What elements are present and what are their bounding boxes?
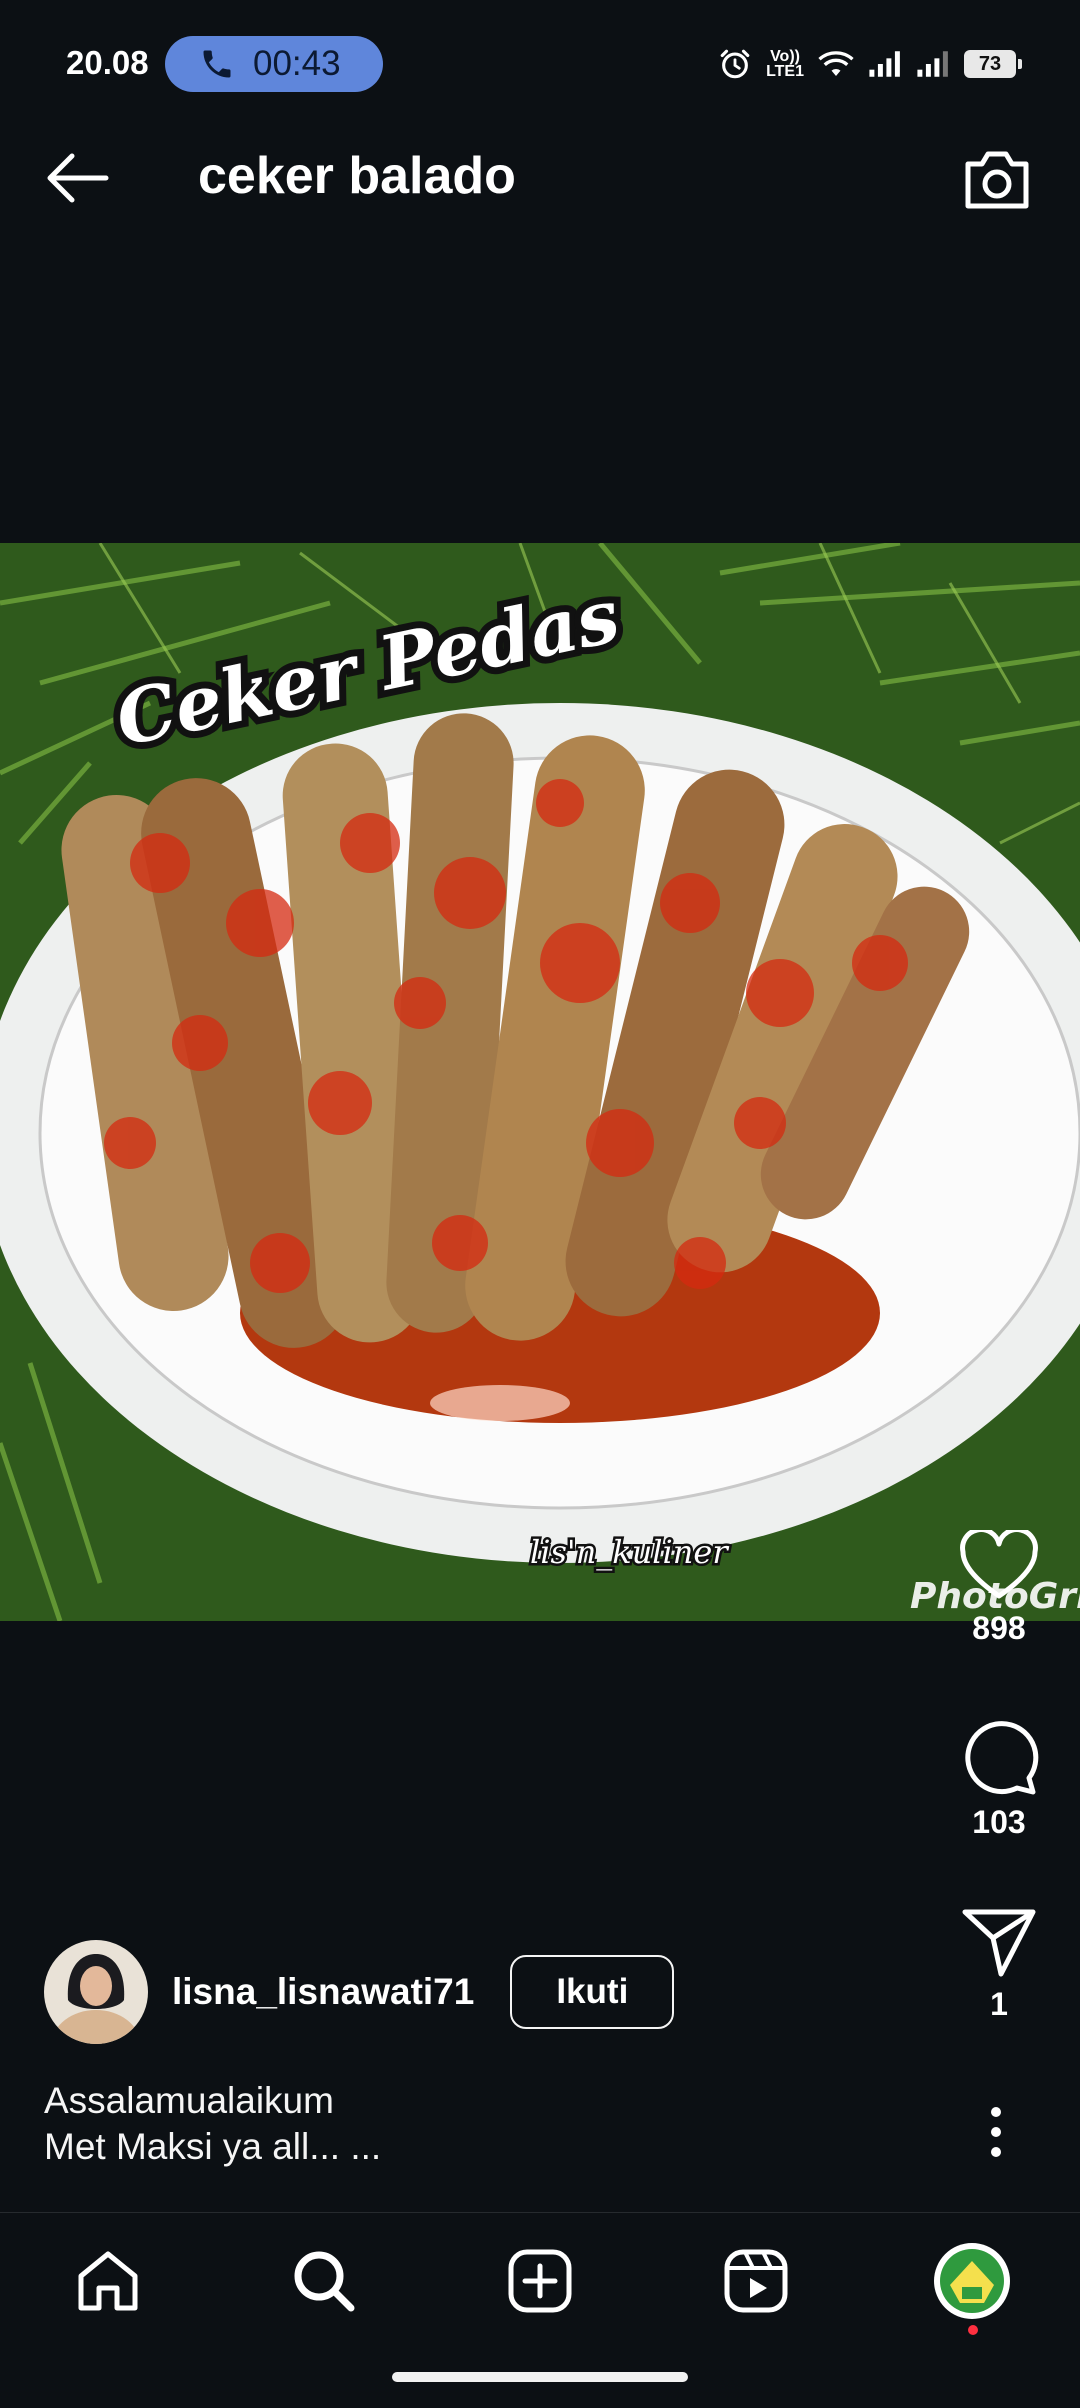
nav-reels[interactable] — [716, 2241, 796, 2321]
image-watermark: lis'n_kuliner — [530, 1533, 729, 1571]
share-action: 1 — [940, 1906, 1058, 2023]
author-username[interactable]: lisna_lisnawati71 — [172, 1971, 474, 2013]
back-arrow-icon[interactable] — [40, 148, 112, 208]
send-icon[interactable] — [961, 1906, 1037, 1978]
author-avatar[interactable] — [44, 1940, 148, 2044]
post-image[interactable]: Ceker Pedas lis'n_kuliner PhotoGrid — [0, 543, 1080, 1621]
home-icon — [78, 2251, 138, 2311]
alarm-icon — [720, 49, 750, 79]
camera-icon[interactable] — [960, 144, 1034, 214]
caption-line: Met Maksi ya all... ... — [44, 2126, 382, 2167]
nav-home[interactable] — [68, 2241, 148, 2321]
bottom-navigation — [0, 2212, 1080, 2362]
call-timer: 00:43 — [253, 44, 341, 83]
signal-sim2-icon — [917, 51, 948, 77]
status-bar: 20.08 00:43 Vo)) LTE1 73 — [0, 0, 1080, 100]
reels-icon — [724, 2249, 788, 2313]
status-icons: Vo)) LTE1 73 — [718, 44, 1022, 84]
header: ceker balado — [0, 110, 1080, 240]
ongoing-call-pill[interactable]: 00:43 — [165, 36, 383, 92]
nav-profile[interactable] — [932, 2241, 1012, 2321]
more-options-icon[interactable] — [976, 2102, 1016, 2162]
like-action: 898 — [940, 1530, 1058, 1647]
phone-icon — [203, 50, 231, 78]
search-icon — [294, 2251, 355, 2312]
nav-search[interactable] — [284, 2241, 364, 2321]
wifi-icon — [818, 51, 854, 76]
screen: 20.08 00:43 Vo)) LTE1 73 ceker balado Ce… — [0, 0, 1080, 2408]
volte-label: Vo)) — [770, 48, 800, 65]
share-count: 1 — [990, 1986, 1008, 2022]
like-count: 898 — [972, 1610, 1026, 1646]
lte-label: LTE1 — [766, 63, 804, 80]
profile-avatar — [934, 2243, 1010, 2319]
notification-dot — [968, 2325, 978, 2335]
comment-action: 103 — [940, 1716, 1058, 1841]
heart-icon[interactable] — [959, 1530, 1039, 1602]
volte-lte-indicator: Vo)) LTE1 — [766, 48, 804, 80]
home-indicator[interactable] — [392, 2372, 688, 2382]
follow-button[interactable]: Ikuti — [510, 1955, 675, 2029]
post-author: lisna_lisnawati71 Ikuti — [44, 1940, 675, 2044]
caption-line: Assalamualaikum — [44, 2080, 334, 2121]
signal-sim1-icon — [869, 51, 900, 77]
nav-create[interactable] — [500, 2241, 580, 2321]
post-caption[interactable]: Assalamualaikum Met Maksi ya all... ... — [44, 2078, 381, 2170]
comment-icon[interactable] — [959, 1716, 1039, 1796]
status-time: 20.08 — [66, 44, 149, 81]
battery-indicator: 73 — [964, 50, 1022, 78]
add-post-icon — [508, 2249, 572, 2313]
page-title: ceker balado — [198, 147, 516, 205]
comment-count: 103 — [972, 1804, 1026, 1840]
